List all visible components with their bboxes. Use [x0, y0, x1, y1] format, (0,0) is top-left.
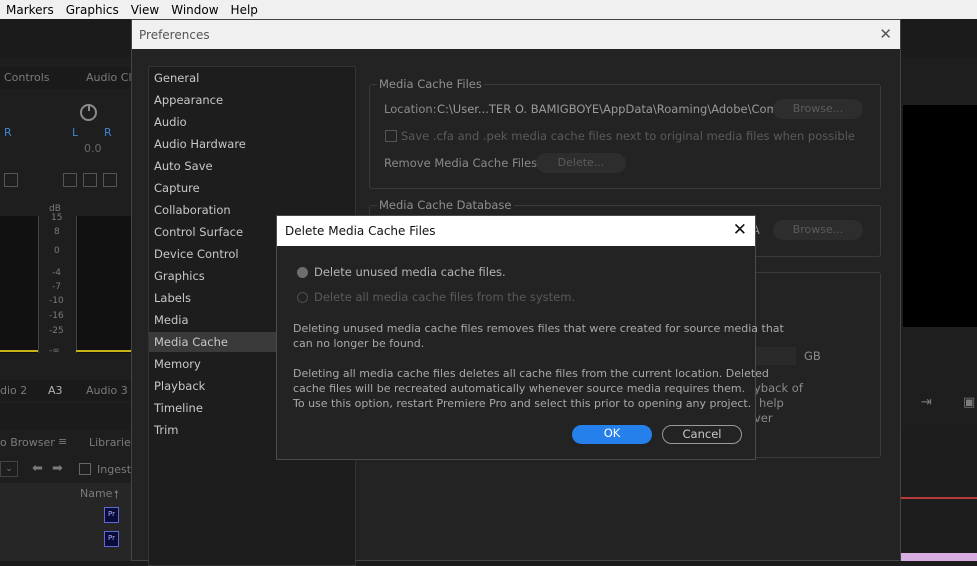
- solo-button[interactable]: [83, 173, 97, 187]
- pan-r-label-2: R: [104, 126, 112, 139]
- forward-arrow-icon[interactable]: ➡: [52, 461, 63, 476]
- preferences-title: Preferences: [139, 28, 210, 42]
- ingest-label: Ingest: [97, 463, 132, 476]
- menu-markers[interactable]: Markers: [0, 3, 60, 17]
- timeline-panel: [901, 430, 977, 561]
- sidebar-item-general[interactable]: General: [149, 68, 355, 88]
- location-value: C:\User...TER O. BAMIGBOYE\AppData\Roami…: [437, 102, 808, 116]
- delete-unused-radio[interactable]: [297, 267, 308, 278]
- dialog-title: Delete Media Cache Files: [285, 224, 436, 238]
- tab-audio-clip[interactable]: Audio Cli: [86, 71, 135, 84]
- timeline-clip: [901, 553, 977, 561]
- browse-button-2[interactable]: Browse...: [773, 220, 863, 240]
- gb-unit-label: GB: [804, 349, 821, 363]
- all-description-line2: cache files will be recreated automatica…: [293, 382, 746, 395]
- tab-media-browser[interactable]: o Browser: [0, 436, 55, 449]
- premiere-file-icon[interactable]: Pr: [104, 507, 119, 523]
- dialog-close-icon[interactable]: ✕: [733, 220, 747, 240]
- pan-l-label: L: [72, 126, 79, 139]
- menu-help[interactable]: Help: [225, 3, 264, 17]
- name-column-header[interactable]: Name: [80, 487, 112, 500]
- remove-media-cache-label: Remove Media Cache Files: [384, 156, 538, 170]
- all-description-line3: To use this option, restart Premiere Pro…: [293, 397, 752, 410]
- all-description-line1: Deleting all media cache files deletes a…: [293, 367, 769, 380]
- record-button[interactable]: [103, 173, 117, 187]
- dialog-titlebar: Delete Media Cache Files ✕: [277, 216, 755, 246]
- db-scale: 15 8 0 -4 -7 -10 -16 -25 -∞: [49, 213, 64, 356]
- menu-bar: Markers Graphics View Window Help: [0, 0, 977, 19]
- save-cfa-checkbox[interactable]: [385, 130, 397, 142]
- mute-button[interactable]: [63, 173, 77, 187]
- location-label: Location:: [384, 102, 437, 116]
- tab-libraries[interactable]: Libraries: [89, 436, 137, 449]
- meter-right-level: [76, 350, 131, 352]
- close-icon[interactable]: ✕: [879, 25, 892, 43]
- export-frame-icon[interactable]: ▣: [963, 395, 975, 410]
- back-arrow-icon[interactable]: ⬅: [32, 461, 43, 476]
- premiere-file-icon[interactable]: Pr: [104, 531, 119, 547]
- channel-label-a2: dio 2: [0, 384, 28, 397]
- delete-media-cache-dialog: Delete Media Cache Files ✕ Delete unused…: [276, 215, 784, 460]
- channel-label-audio3: Audio 3: [86, 384, 128, 397]
- pan-r-label: R: [4, 126, 12, 139]
- meter-right: [76, 216, 132, 353]
- insert-icon[interactable]: ⇥: [921, 395, 932, 410]
- delete-all-radio[interactable]: [297, 292, 308, 303]
- menu-graphics[interactable]: Graphics: [60, 3, 125, 17]
- playback-icons: ⇥ ▣: [901, 395, 977, 415]
- unused-description-line1: Deleting unused media cache files remove…: [293, 322, 784, 335]
- playback-text-1: yback of: [754, 381, 803, 395]
- ingest-checkbox[interactable]: [79, 463, 91, 475]
- pan-value: 0.0: [84, 142, 102, 155]
- channel-label-a3: A3: [48, 384, 63, 397]
- sidebar-item-auto-save[interactable]: Auto Save: [149, 156, 355, 176]
- delete-button[interactable]: Delete...: [536, 153, 626, 173]
- playback-text-3: ver: [754, 411, 773, 425]
- preferences-titlebar: Preferences ✕: [132, 20, 900, 49]
- sidebar-item-appearance[interactable]: Appearance: [149, 90, 355, 110]
- sidebar-item-capture[interactable]: Capture: [149, 178, 355, 198]
- delete-all-label: Delete all media cache files from the sy…: [314, 290, 576, 304]
- menu-window[interactable]: Window: [165, 3, 224, 17]
- program-monitor-viewport: [903, 105, 977, 327]
- media-cache-files-label: Media Cache Files: [377, 77, 484, 91]
- save-cfa-label: Save .cfa and .pek media cache files nex…: [401, 129, 856, 143]
- ok-button[interactable]: OK: [572, 425, 652, 444]
- dropdown-chevron-icon[interactable]: ⌄: [0, 461, 18, 477]
- playhead-line: [901, 497, 977, 499]
- sidebar-item-audio[interactable]: Audio: [149, 112, 355, 132]
- delete-unused-label: Delete unused media cache files.: [314, 265, 506, 279]
- browse-button[interactable]: Browse...: [773, 99, 863, 119]
- media-cache-database-label: Media Cache Database: [377, 198, 514, 212]
- playback-text-2: help: [759, 396, 784, 410]
- cancel-button[interactable]: Cancel: [662, 425, 742, 444]
- sort-arrow-icon: 🠕: [114, 488, 119, 501]
- sidebar-item-audio-hardware[interactable]: Audio Hardware: [149, 134, 355, 154]
- tab-controls[interactable]: Controls: [4, 71, 50, 84]
- menu-view[interactable]: View: [125, 3, 165, 17]
- unused-description-line2: can no longer be found.: [293, 337, 425, 350]
- meter-left: [0, 216, 39, 353]
- panel-menu-icon[interactable]: ≡: [58, 435, 67, 448]
- size-input[interactable]: [756, 347, 796, 365]
- meter-left-level: [0, 350, 38, 352]
- solo-button-left[interactable]: [4, 173, 18, 187]
